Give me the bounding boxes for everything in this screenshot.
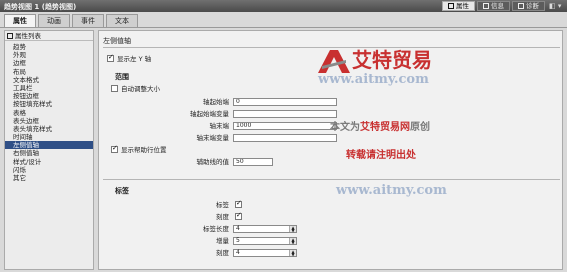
tab-info[interactable]: 信息 [477,1,510,11]
watermark-logo-icon [318,50,350,73]
window-controls-icon[interactable]: ◧ ▾ [549,2,563,10]
spin-arrows-icon[interactable]: ▲ ▼ [289,226,296,233]
title-bar: 趋势视图 1 (趋势视图) 属性 信息 诊断 ◧ ▾ [0,0,567,12]
labels-checkbox[interactable] [235,199,242,208]
axis-end-var-input[interactable] [233,134,337,142]
list-item-flash[interactable]: 闪烁 [5,166,93,174]
watermark-repost-notice: 转载请注明出处 [346,150,416,161]
ticks-label: 刻度 [216,213,229,221]
list-item-trend[interactable]: 趋势 [5,43,93,51]
increment-stepper[interactable]: 5 ▲ ▼ [233,237,297,245]
range-heading: 范围 [115,73,129,81]
scale-value: 4 [236,249,240,256]
list-icon [7,32,13,39]
spin-arrows-icon[interactable]: ▲ ▼ [289,250,296,257]
list-item-button-fill[interactable]: 按钮填充样式 [5,100,93,108]
property-list-header: 属性列表 [5,31,93,41]
watermark-notice: 本文为艾特贸易网原创 [330,118,430,133]
list-item-table[interactable]: 表格 [5,109,93,117]
properties-window: 趋势视图 1 (趋势视图) 属性 信息 诊断 ◧ ▾ 属性 动画 事件 文本 属… [0,0,567,272]
window-title: 趋势视图 1 (趋势视图) [4,3,77,11]
tab-info-label: 信息 [491,2,504,10]
property-list: 属性列表 趋势 外观 边框 布局 文本格式 工具栏 按钮边框 按钮填充样式 表格… [4,30,94,270]
scale-label: 刻度 [216,249,229,257]
inspector-tabs: 属性 信息 诊断 [442,1,545,11]
property-list-title: 属性列表 [15,31,41,40]
increment-label: 增量 [216,237,229,245]
label-length-stepper[interactable]: 4 ▲ ▼ [233,225,297,233]
tab-diagnostics[interactable]: 诊断 [512,1,545,11]
show-helpline-checkbox[interactable] [111,144,118,153]
axis-start-input[interactable]: 0 [233,98,337,106]
auto-scale-label: 自动调整大小 [121,85,160,93]
axis-end-label: 轴末端 [209,122,230,130]
list-item-layout[interactable]: 布局 [5,68,93,76]
auto-scale-checkbox[interactable] [111,85,118,92]
tab-properties-main[interactable]: 属性 [4,14,36,27]
list-item-toolbar[interactable]: 工具栏 [5,84,93,92]
tab-text[interactable]: 文本 [106,14,138,27]
list-item-other[interactable]: 其它 [5,174,93,182]
watermark-url-2: www.aitmy.com [336,183,447,198]
list-item-right-value-axis[interactable]: 右侧值轴 [5,149,93,157]
show-helpline-label: 显示帮助行位置 [121,146,167,154]
info-icon [483,3,489,9]
divider [103,179,560,180]
watermark-title: 艾特贸易 [352,48,432,72]
spin-arrows-icon[interactable]: ▲ ▼ [289,238,296,245]
axis-start-var-label: 轴起始端变量 [190,110,229,118]
label-length-value: 4 [236,225,240,232]
list-item-header-fill[interactable]: 表头填充样式 [5,125,93,133]
labels-label: 标签 [216,201,229,209]
pane-heading: 左侧值轴 [103,37,131,45]
properties-icon [448,3,454,9]
property-tabs: 属性 动画 事件 文本 [0,14,567,28]
label-length-label: 标签长度 [203,225,229,233]
diagnostics-icon [518,3,524,9]
increment-value: 5 [236,237,240,244]
list-item-border[interactable]: 边框 [5,59,93,67]
ticks-checkbox[interactable] [235,211,242,220]
property-list-items: 趋势 外观 边框 布局 文本格式 工具栏 按钮边框 按钮填充样式 表格 表头边框… [5,43,93,182]
labels-heading: 标签 [115,187,129,195]
axis-end-input[interactable]: 1000 [233,122,337,130]
show-left-axis-label: 显示左 Y 轴 [117,55,152,63]
axis-start-label: 轴起始端 [203,98,229,106]
tab-diagnostics-label: 诊断 [526,2,539,10]
watermark-url: www.aitmy.com [318,72,429,87]
show-left-axis-checkbox[interactable] [107,53,114,62]
list-item-style-design[interactable]: 样式/设计 [5,158,93,166]
tab-events[interactable]: 事件 [72,14,104,27]
watermark-notice-prefix: 本文为 [330,122,360,133]
helpline-value-input[interactable]: 50 [233,158,273,166]
tab-properties[interactable]: 属性 [442,1,475,11]
scale-stepper[interactable]: 4 ▲ ▼ [233,249,297,257]
tab-properties-label: 属性 [456,2,469,10]
tab-animation[interactable]: 动画 [38,14,70,27]
watermark-notice-suffix: 原创 [410,122,430,133]
helpline-value-label: 辅助线的值 [196,158,230,166]
axis-end-var-label: 轴末端变量 [196,134,230,142]
list-item-text-format[interactable]: 文本格式 [5,76,93,84]
list-item-header-border[interactable]: 表头边框 [5,117,93,125]
watermark-notice-brand: 艾特贸易网 [360,122,410,133]
axis-start-var-input[interactable] [233,110,337,118]
